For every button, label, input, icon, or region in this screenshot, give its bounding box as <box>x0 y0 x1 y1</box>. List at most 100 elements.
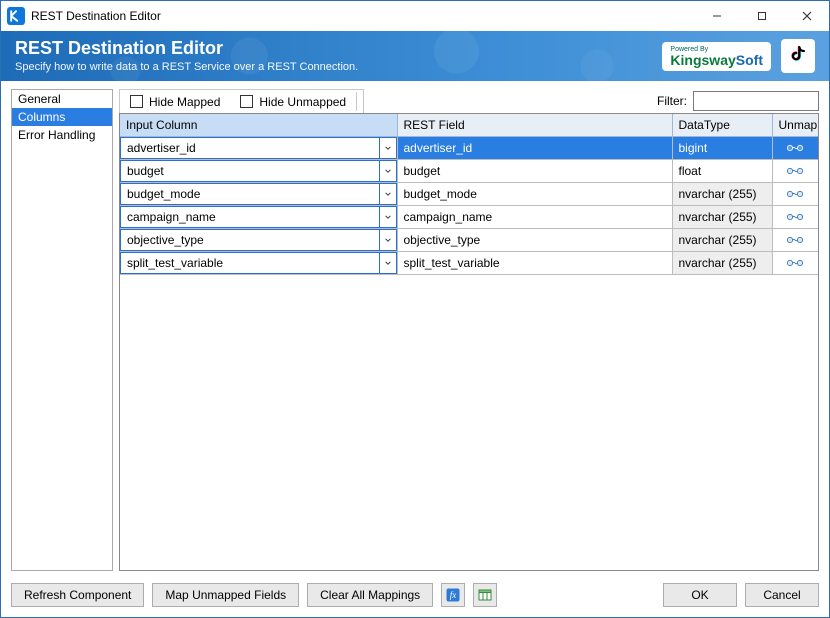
table-row[interactable]: objective_typeobjective_typenvarchar (25… <box>120 228 818 251</box>
header-title: REST Destination Editor <box>15 38 358 59</box>
checkbox-icon <box>240 95 253 108</box>
minimize-icon <box>712 11 722 21</box>
col-header-unmap[interactable]: Unmap <box>772 114 818 136</box>
datatype-value: nvarchar (255) <box>673 208 772 226</box>
chevron-down-icon <box>384 259 392 267</box>
unmap-icon <box>785 234 805 246</box>
columns-icon <box>478 588 492 602</box>
header-band: REST Destination Editor Specify how to w… <box>1 31 829 81</box>
sidebar-item-error-handling[interactable]: Error Handling <box>12 126 112 144</box>
maximize-button[interactable] <box>739 1 784 31</box>
column-picker-button[interactable] <box>473 583 497 607</box>
unmap-icon <box>785 165 805 177</box>
table-row[interactable]: split_test_variablesplit_test_variablenv… <box>120 251 818 274</box>
datatype-value: float <box>673 162 772 180</box>
body-area: General Columns Error Handling Hide Mapp… <box>1 81 829 617</box>
sidebar-item-columns[interactable]: Columns <box>12 108 112 126</box>
grid-header-row: Input Column REST Field DataType Unmap <box>120 114 818 136</box>
unmap-icon <box>785 142 805 154</box>
kingswaysoft-badge: Powered By KingswaySoft <box>662 42 771 71</box>
chevron-down-icon <box>384 236 392 244</box>
window-frame: REST Destination Editor REST Destination… <box>0 0 830 618</box>
close-button[interactable] <box>784 1 829 31</box>
chevron-down-icon <box>384 144 392 152</box>
unmap-button[interactable] <box>772 251 818 274</box>
col-header-datatype[interactable]: DataType <box>672 114 772 136</box>
input-column-combobox[interactable]: advertiser_id <box>120 137 397 159</box>
rest-field-value: budget_mode <box>398 185 672 203</box>
input-column-combobox[interactable]: objective_type <box>120 229 397 251</box>
map-unmapped-fields-button[interactable]: Map Unmapped Fields <box>152 583 299 607</box>
chevron-down-icon <box>384 213 392 221</box>
main-pane: Hide Mapped Hide Unmapped Filter: <box>119 89 819 571</box>
table-row[interactable]: advertiser_idadvertiser_idbigint <box>120 136 818 159</box>
rest-field-value: budget <box>398 162 672 180</box>
unmap-button[interactable] <box>772 159 818 182</box>
table-row[interactable]: campaign_namecampaign_namenvarchar (255) <box>120 205 818 228</box>
combo-dropdown-button[interactable] <box>379 137 397 159</box>
window-title: REST Destination Editor <box>31 9 161 23</box>
hide-mapped-label: Hide Mapped <box>149 95 220 109</box>
datatype-value: nvarchar (255) <box>673 231 772 249</box>
unmap-icon <box>785 257 805 269</box>
hide-mapped-checkbox[interactable]: Hide Mapped <box>120 90 230 113</box>
combo-dropdown-button[interactable] <box>379 183 397 205</box>
rest-field-value: split_test_variable <box>398 254 672 272</box>
unmap-icon <box>785 211 805 223</box>
unmap-icon <box>785 188 805 200</box>
col-header-input[interactable]: Input Column <box>120 114 397 136</box>
unmap-button[interactable] <box>772 182 818 205</box>
expression-button[interactable]: fx <box>441 583 465 607</box>
hide-unmapped-label: Hide Unmapped <box>259 95 346 109</box>
toolbar-divider <box>356 92 357 111</box>
rest-field-value: objective_type <box>398 231 672 249</box>
input-column-combobox[interactable]: budget <box>120 160 397 182</box>
clear-all-mappings-button[interactable]: Clear All Mappings <box>307 583 433 607</box>
close-icon <box>802 11 812 21</box>
tiktok-badge <box>781 39 815 73</box>
col-header-rest[interactable]: REST Field <box>397 114 672 136</box>
input-column-value: campaign_name <box>120 206 379 228</box>
input-column-value: objective_type <box>120 229 379 251</box>
filter-input[interactable] <box>693 91 819 111</box>
chevron-down-icon <box>384 190 392 198</box>
datatype-value: nvarchar (255) <box>673 185 772 203</box>
input-column-value: budget_mode <box>120 183 379 205</box>
ok-button[interactable]: OK <box>663 583 737 607</box>
input-column-combobox[interactable]: campaign_name <box>120 206 397 228</box>
checkbox-icon <box>130 95 143 108</box>
header-subtitle: Specify how to write data to a REST Serv… <box>15 61 358 74</box>
input-column-combobox[interactable]: split_test_variable <box>120 252 397 274</box>
app-icon <box>7 7 25 25</box>
fx-icon: fx <box>446 588 460 602</box>
grid-empty-area <box>120 275 818 571</box>
filter-group: Filter: <box>657 91 819 111</box>
combo-dropdown-button[interactable] <box>379 252 397 274</box>
datatype-value: nvarchar (255) <box>673 254 772 272</box>
rest-field-value: campaign_name <box>398 208 672 226</box>
tiktok-icon <box>787 45 809 67</box>
footer-row: Refresh Component Map Unmapped Fields Cl… <box>11 579 819 607</box>
sidebar-item-general[interactable]: General <box>12 90 112 108</box>
input-column-combobox[interactable]: budget_mode <box>120 183 397 205</box>
combo-dropdown-button[interactable] <box>379 160 397 182</box>
table-row[interactable]: budgetbudgetfloat <box>120 159 818 182</box>
combo-dropdown-button[interactable] <box>379 206 397 228</box>
unmap-button[interactable] <box>772 228 818 251</box>
refresh-component-button[interactable]: Refresh Component <box>11 583 144 607</box>
unmap-button[interactable] <box>772 205 818 228</box>
window-controls <box>694 1 829 31</box>
input-column-value: budget <box>120 160 379 182</box>
combo-dropdown-button[interactable] <box>379 229 397 251</box>
unmap-button[interactable] <box>772 136 818 159</box>
minimize-button[interactable] <box>694 1 739 31</box>
rest-field-value: advertiser_id <box>398 139 672 157</box>
mapping-grid: Input Column REST Field DataType Unmap a… <box>119 113 819 571</box>
cancel-button[interactable]: Cancel <box>745 583 819 607</box>
content-row: General Columns Error Handling Hide Mapp… <box>11 89 819 571</box>
table-row[interactable]: budget_modebudget_modenvarchar (255) <box>120 182 818 205</box>
input-column-value: advertiser_id <box>120 137 379 159</box>
svg-text:fx: fx <box>450 590 457 600</box>
filter-label: Filter: <box>657 94 687 108</box>
hide-unmapped-checkbox[interactable]: Hide Unmapped <box>230 90 356 113</box>
